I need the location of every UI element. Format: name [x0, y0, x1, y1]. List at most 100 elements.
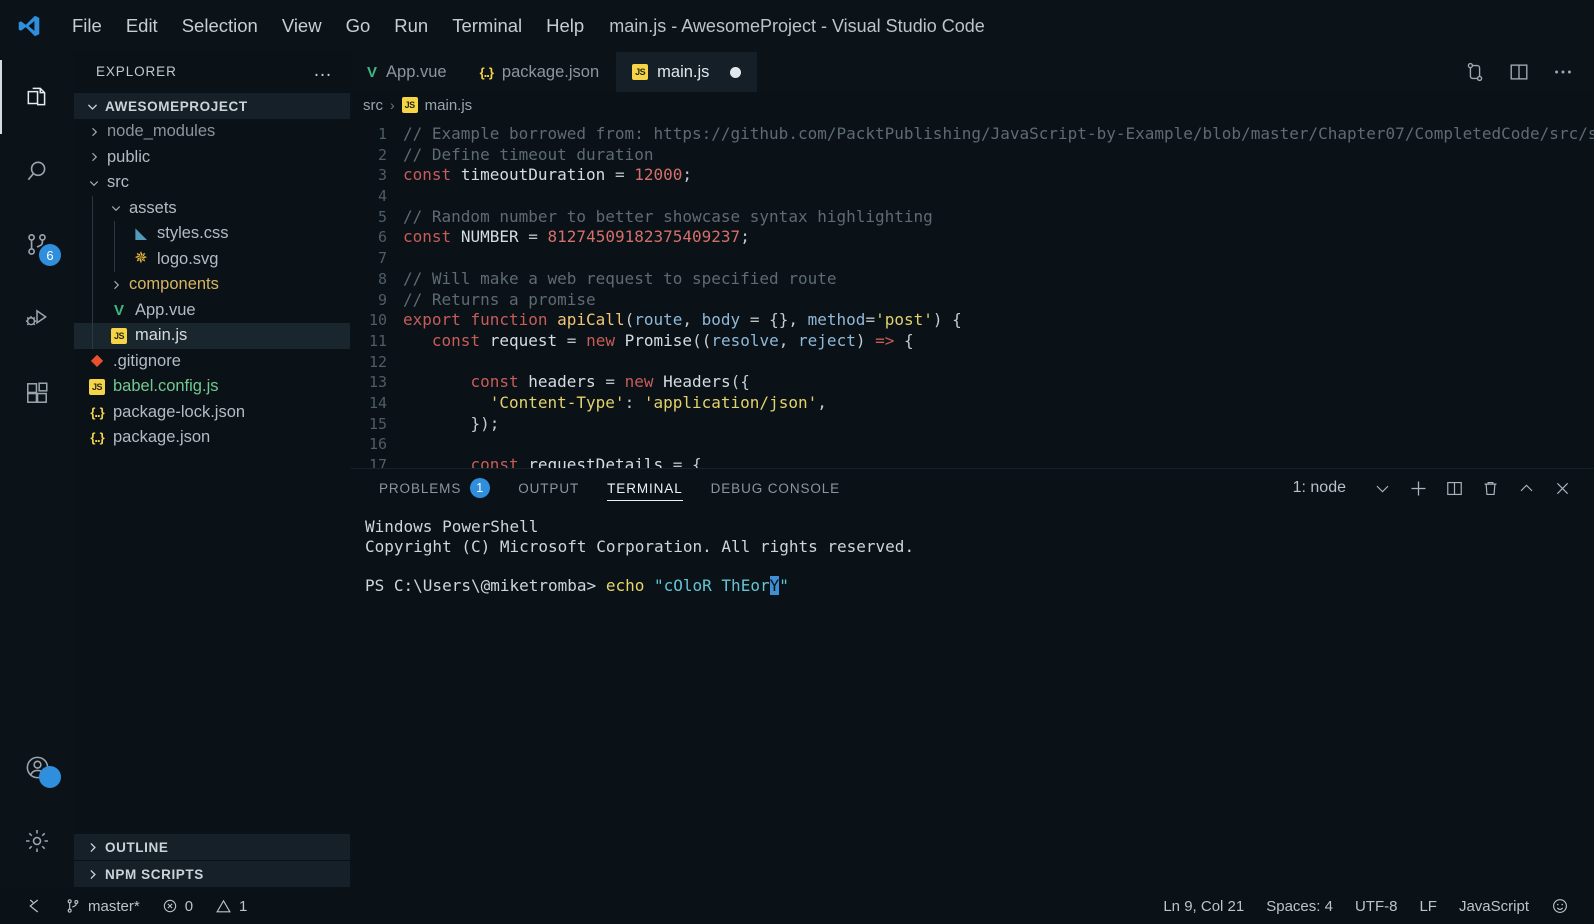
tree-item-babel-config-js[interactable]: JS babel.config.js: [74, 374, 350, 400]
menu-run[interactable]: Run: [382, 10, 440, 42]
accounts-badge: [39, 766, 61, 788]
disclosure-arrow[interactable]: [86, 151, 102, 163]
tree-item-styles-css[interactable]: ◣ styles.css: [74, 221, 350, 247]
menu-edit[interactable]: Edit: [114, 10, 170, 42]
kill-terminal-icon[interactable]: [1472, 470, 1508, 506]
code-token: request: [489, 330, 558, 350]
menu-terminal[interactable]: Terminal: [440, 10, 534, 42]
workspace-root-row[interactable]: AWESOMEPROJECT: [74, 93, 350, 119]
code-line: 10 export function apiCall(route, body = …: [351, 310, 1594, 331]
smiley-icon[interactable]: [1540, 888, 1580, 924]
chevron-down-icon[interactable]: [1364, 470, 1400, 506]
status-language-mode[interactable]: JavaScript: [1448, 888, 1540, 924]
terminal-select[interactable]: 1: node: [1293, 479, 1364, 497]
code-token: 12000: [634, 165, 683, 185]
section-outline[interactable]: OUTLINE: [74, 834, 350, 860]
disclosure-arrow[interactable]: [86, 126, 102, 138]
more-actions-icon[interactable]: [1552, 61, 1574, 83]
tree-item-label: assets: [129, 198, 177, 217]
line-number: 13: [368, 373, 387, 392]
panel-tab-problems[interactable]: PROBLEMS 1: [365, 469, 504, 507]
status-encoding[interactable]: UTF-8: [1344, 888, 1409, 924]
status-branch[interactable]: master*: [54, 888, 151, 924]
activity-item-extensions[interactable]: [0, 356, 74, 430]
close-panel-icon[interactable]: [1544, 470, 1580, 506]
tree-item-components[interactable]: components: [74, 272, 350, 298]
bottom-panel: PROBLEMS 1 OUTPUT TERMINAL DEBUG CONSOLE…: [351, 468, 1594, 888]
tree-item--gitignore[interactable]: ◆ .gitignore: [74, 349, 350, 375]
tree-item-assets[interactable]: assets: [74, 195, 350, 221]
terminal-output[interactable]: Windows PowerShell Copyright (C) Microso…: [351, 507, 1594, 888]
menu-help[interactable]: Help: [534, 10, 596, 42]
menu-go[interactable]: Go: [334, 10, 383, 42]
tree-item-logo-svg[interactable]: ✵ logo.svg: [74, 246, 350, 272]
tree-item-package-lock-json[interactable]: {..} package-lock.json: [74, 400, 350, 426]
indent-guide: [114, 221, 115, 247]
status-errors[interactable]: 0: [151, 888, 204, 924]
menu-view[interactable]: View: [270, 10, 334, 42]
panel-tab-label: DEBUG CONSOLE: [710, 480, 841, 496]
line-number: 15: [368, 414, 387, 433]
code-token: 'application/json': [643, 392, 818, 412]
activity-item-explorer[interactable]: [0, 60, 74, 134]
panel-tab-terminal[interactable]: TERMINAL: [593, 469, 696, 507]
remote-indicator-icon[interactable]: [14, 888, 54, 924]
chevron-right-icon: [92, 153, 98, 162]
activity-item-accounts[interactable]: [0, 730, 74, 804]
status-warnings[interactable]: 1: [204, 888, 258, 924]
chevron-right-icon: [92, 127, 98, 136]
disclosure-arrow[interactable]: [108, 279, 124, 291]
tree-item-app-vue[interactable]: V App.vue: [74, 297, 350, 323]
code-editor[interactable]: 1 // Example borrowed from: https://githu…: [351, 118, 1594, 468]
new-terminal-icon[interactable]: [1400, 470, 1436, 506]
compare-changes-icon[interactable]: [1464, 61, 1486, 83]
tab-app-vue[interactable]: V App.vue: [351, 52, 464, 92]
tree-item-node-modules[interactable]: node_modules: [74, 119, 350, 145]
activity-item-settings[interactable]: [0, 804, 74, 878]
line-text: const requestDetails = {: [403, 455, 1594, 468]
activity-item-source-control[interactable]: 6: [0, 208, 74, 282]
line-text: [403, 434, 1594, 455]
section-npm-scripts[interactable]: NPM SCRIPTS: [74, 861, 350, 887]
code-token: new: [624, 372, 654, 392]
indent-guide: [92, 221, 93, 247]
tree-item-public[interactable]: public: [74, 145, 350, 171]
code-token: =: [865, 310, 876, 330]
code-line: 8 // Will make a web request to specified…: [351, 269, 1594, 290]
activity-item-run-and-debug[interactable]: [0, 282, 74, 356]
code-token: ;: [682, 165, 693, 185]
breadcrumb-folder[interactable]: src: [363, 97, 383, 114]
maximize-panel-icon[interactable]: [1508, 470, 1544, 506]
tab-package-json[interactable]: {..} package.json: [463, 52, 617, 92]
split-terminal-icon[interactable]: [1436, 470, 1472, 506]
code-line: 16: [351, 434, 1594, 455]
line-text: const NUMBER = 81274509182375409237;: [403, 227, 1594, 248]
tree-item-label: logo.svg: [157, 249, 219, 268]
breadcrumb-file[interactable]: main.js: [425, 97, 473, 114]
status-eol[interactable]: LF: [1408, 888, 1448, 924]
tree-item-src[interactable]: src: [74, 170, 350, 196]
editor-area: V App.vue {..} package.json JS main.js s…: [351, 52, 1594, 888]
menu-file[interactable]: File: [60, 10, 114, 42]
disclosure-arrow[interactable]: [108, 202, 124, 214]
disclosure-arrow[interactable]: [86, 177, 102, 189]
split-editor-icon[interactable]: [1508, 61, 1530, 83]
tree-item-label: node_modules: [107, 122, 216, 141]
line-number: 8: [377, 269, 387, 288]
activity-item-search[interactable]: [0, 134, 74, 208]
panel-tab-output[interactable]: OUTPUT: [504, 469, 593, 507]
tab-main-js[interactable]: JS main.js: [616, 52, 759, 92]
unsaved-indicator[interactable]: [730, 66, 742, 78]
code-token: ,: [817, 392, 827, 412]
explorer-more-actions-icon[interactable]: …: [313, 61, 332, 80]
tree-item-main-js[interactable]: JS main.js: [74, 323, 350, 349]
panel-tab-debug-console[interactable]: DEBUG CONSOLE: [697, 469, 854, 507]
tree-item-package-json[interactable]: {..} package.json: [74, 425, 350, 451]
menu-selection[interactable]: Selection: [170, 10, 270, 42]
status-indentation[interactable]: Spaces: 4: [1255, 888, 1344, 924]
tree-item-label: package-lock.json: [113, 402, 246, 421]
code-line: 12: [351, 352, 1594, 373]
status-cursor-position[interactable]: Ln 9, Col 21: [1152, 888, 1255, 924]
code-token: =: [528, 227, 538, 247]
